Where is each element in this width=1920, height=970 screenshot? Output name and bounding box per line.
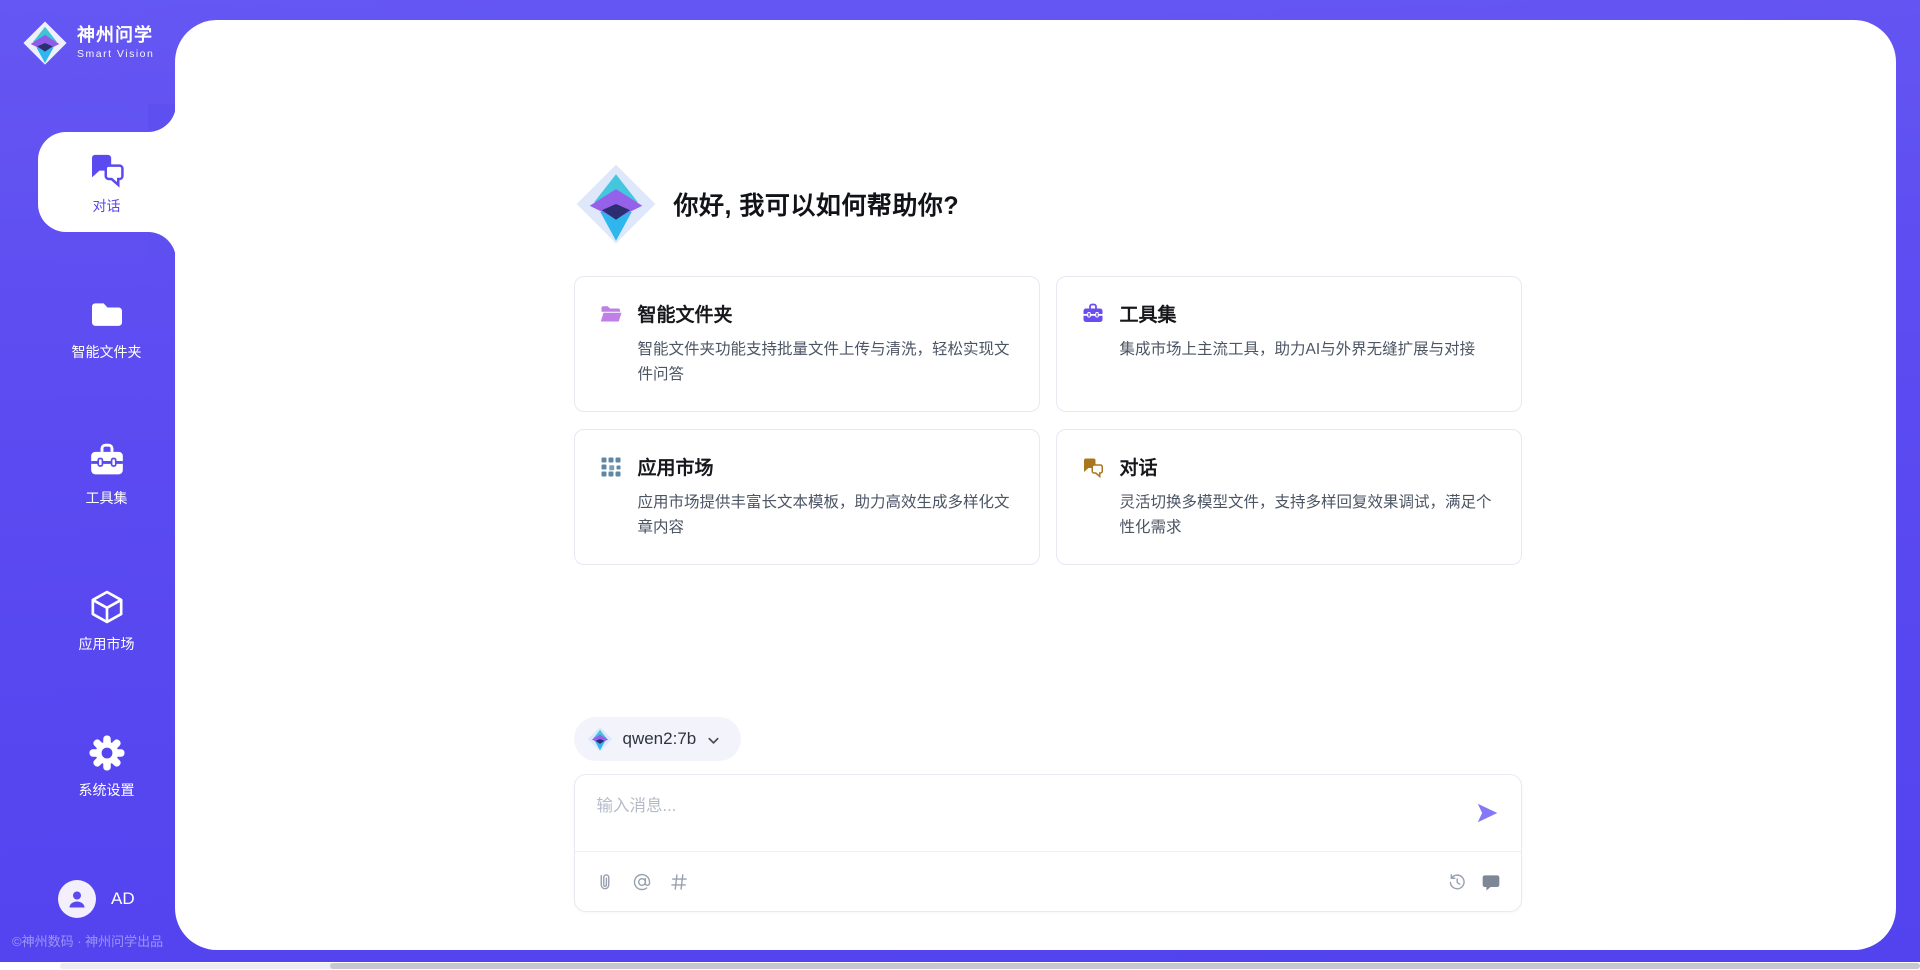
card-toolset[interactable]: 工具集 集成市场上主流工具，助力AI与外界无缝扩展与对接 (1056, 276, 1522, 412)
feature-cards: 智能文件夹 智能文件夹功能支持批量文件上传与清洗，轻松实现文件问答 (574, 276, 1522, 565)
at-icon (632, 872, 652, 892)
user-name: AD (111, 889, 135, 909)
sidebar-item-label: 智能文件夹 (72, 342, 142, 362)
history-icon (1447, 872, 1467, 892)
message-input[interactable] (597, 792, 1397, 846)
sidebar-item-chat[interactable]: 对话 (38, 132, 175, 232)
app-frame: 神州问学 Smart Vision 对话 (0, 0, 1920, 962)
horizontal-scrollbar-thumb[interactable] (330, 963, 1920, 969)
card-title: 工具集 (1120, 300, 1177, 327)
app-page: 神州问学 Smart Vision 对话 (0, 0, 1920, 970)
card-description: 应用市场提供丰富长文本模板，助力高效生成多样化文章内容 (638, 490, 1015, 540)
send-button[interactable] (1473, 800, 1501, 828)
history-button[interactable] (1447, 872, 1467, 892)
sidebar-item-toolset[interactable]: 工具集 (38, 424, 175, 524)
sidebar-item-label: 对话 (93, 196, 121, 216)
sidebar-item-label: 系统设置 (79, 780, 135, 800)
topic-button[interactable] (669, 872, 689, 892)
sidebar-item-settings[interactable]: 系统设置 (38, 716, 175, 816)
attach-button[interactable] (595, 872, 615, 892)
cube-icon (87, 587, 127, 627)
folder-icon (87, 295, 127, 335)
gear-icon (87, 733, 127, 773)
hash-icon (669, 872, 689, 892)
brand-subtitle: Smart Vision (77, 49, 154, 61)
card-description: 集成市场上主流工具，助力AI与外界无缝扩展与对接 (1120, 337, 1497, 362)
copyright: ©神州数码 · 神州问学出品 (12, 931, 163, 950)
model-selector[interactable]: qwen2:7b (574, 717, 742, 761)
brand-logo: 神州问学 Smart Vision (22, 20, 154, 66)
tab-connector-top (148, 104, 176, 132)
model-name: qwen2:7b (623, 729, 697, 749)
card-title: 应用市场 (638, 453, 714, 480)
bottom-strip (0, 962, 1920, 970)
main-panel: 你好, 我可以如何帮助你? 智能文件夹 智能文件夹功能支持批量文件上传与清洗，轻… (175, 20, 1896, 950)
card-chat[interactable]: 对话 灵活切换多模型文件，支持多样回复效果调试，满足个性化需求 (1056, 429, 1522, 565)
briefcase-icon (87, 441, 127, 481)
message-composer (574, 774, 1522, 912)
briefcase-icon (1081, 302, 1105, 326)
sidebar-item-label: 工具集 (86, 488, 128, 508)
diamond-logo-icon (587, 726, 613, 752)
sidebar-item-app-market[interactable]: 应用市场 (38, 570, 175, 670)
sidebar-item-smart-folder[interactable]: 智能文件夹 (38, 278, 175, 378)
greeting-title: 你好, 我可以如何帮助你? (674, 186, 960, 222)
sidebar: 神州问学 Smart Vision 对话 (0, 0, 175, 962)
card-smart-folder[interactable]: 智能文件夹 智能文件夹功能支持批量文件上传与清洗，轻松实现文件问答 (574, 276, 1040, 412)
sidebar-nav: 对话 智能文件夹 工具集 (38, 132, 175, 862)
send-icon (1474, 800, 1500, 826)
person-icon (65, 887, 89, 911)
card-title: 智能文件夹 (638, 300, 733, 327)
comment-icon (1481, 872, 1501, 892)
open-folder-icon (599, 302, 623, 326)
greeting: 你好, 我可以如何帮助你? (574, 162, 1522, 246)
diamond-logo-icon (22, 20, 68, 66)
diamond-logo-icon (574, 162, 658, 246)
paperclip-icon (595, 872, 615, 892)
mention-button[interactable] (632, 872, 652, 892)
card-description: 智能文件夹功能支持批量文件上传与清洗，轻松实现文件问答 (638, 337, 1015, 387)
card-title: 对话 (1120, 453, 1158, 480)
grid-cube-icon (599, 455, 623, 479)
tab-connector-bottom (148, 232, 176, 260)
brand-name: 神州问学 (77, 26, 154, 46)
chevron-down-icon (706, 733, 721, 748)
new-chat-button[interactable] (1481, 872, 1501, 892)
card-description: 灵活切换多模型文件，支持多样回复效果调试，满足个性化需求 (1120, 490, 1497, 540)
card-app-market[interactable]: 应用市场 应用市场提供丰富长文本模板，助力高效生成多样化文章内容 (574, 429, 1040, 565)
sidebar-item-label: 应用市场 (79, 634, 135, 654)
chat-bubbles-icon (87, 149, 127, 189)
avatar (58, 880, 96, 918)
composer-toolbar (595, 852, 1501, 911)
user-profile[interactable]: AD (58, 880, 135, 918)
chat-bubbles-icon (1081, 455, 1105, 479)
